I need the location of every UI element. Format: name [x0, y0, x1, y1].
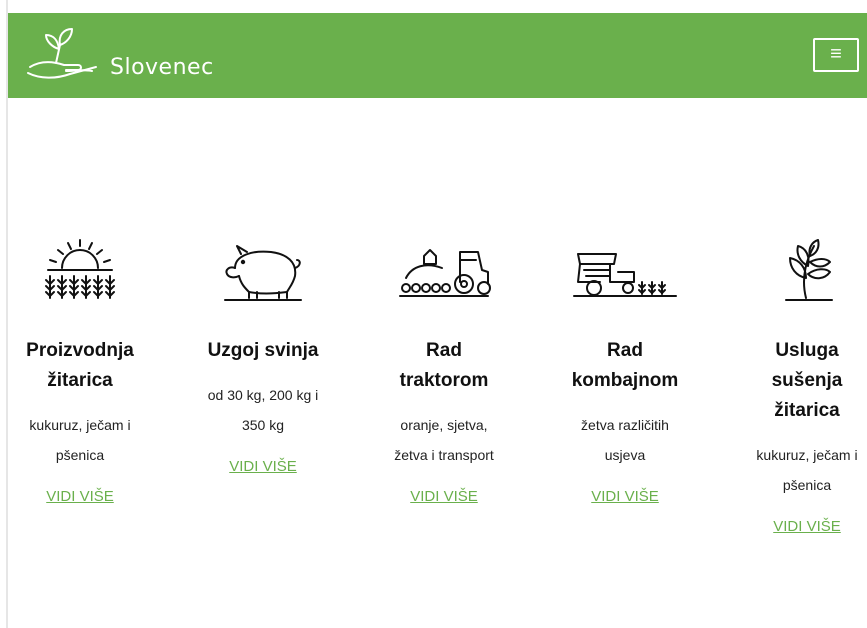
menu-button[interactable]: ≡	[813, 38, 859, 72]
service-title: Proizvodnja žitarica	[26, 340, 134, 391]
vidi-vise-link[interactable]: VIDI VIŠE	[46, 488, 114, 505]
service-title: Uzgoj svinja	[207, 340, 319, 361]
service-title: Rad kombajnom	[571, 340, 679, 391]
service-description: oranje, sjetva, žetva i transport	[394, 417, 494, 463]
vidi-vise-link[interactable]: VIDI VIŠE	[229, 458, 297, 475]
service-card-pig-farming: Uzgoj svinja od 30 kg, 200 kg i 350 kg V…	[183, 228, 343, 476]
logo[interactable]: Slovenec	[26, 27, 226, 83]
service-title: Usluga sušenja žitarica	[771, 340, 843, 421]
vidi-vise-link[interactable]: VIDI VIŠE	[591, 488, 659, 505]
hamburger-icon: ≡	[830, 43, 842, 65]
brand-name: Slovenec	[110, 55, 214, 80]
service-description: kukuruz, ječam i pšenica	[756, 447, 858, 493]
site-header: Slovenec ≡	[8, 13, 867, 98]
vidi-vise-link[interactable]: VIDI VIŠE	[773, 518, 841, 535]
vidi-vise-link[interactable]: VIDI VIŠE	[410, 488, 478, 505]
pig-icon	[183, 228, 343, 302]
service-card-tractor-work: Rad traktorom oranje, sjetva, žetva i tr…	[364, 228, 524, 506]
service-description: od 30 kg, 200 kg i 350 kg	[207, 387, 319, 433]
service-card-grain-production: Proizvodnja žitarica kukuruz, ječam i pš…	[0, 228, 160, 506]
sunrise-wheat-icon	[0, 228, 160, 302]
hand-leaf-logo-icon	[27, 28, 97, 79]
service-card-grain-drying: Usluga sušenja žitarica kukuruz, ječam i…	[727, 228, 867, 536]
wheat-icon	[727, 228, 867, 302]
service-description: žetva različitih usjeva	[581, 417, 669, 463]
service-description: kukuruz, ječam i pšenica	[29, 417, 131, 463]
tractor-icon	[364, 228, 524, 302]
service-title: Rad traktorom	[399, 340, 489, 391]
combine-harvester-icon	[545, 228, 705, 302]
service-card-combine-work: Rad kombajnom žetva različitih usjeva VI…	[545, 228, 705, 506]
